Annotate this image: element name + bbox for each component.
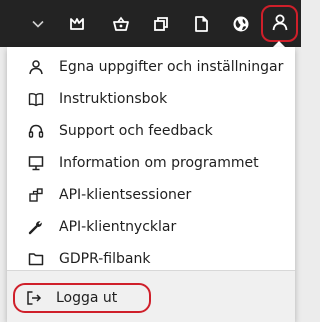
- menu-item-account-settings[interactable]: Egna uppgifter och inställningar: [7, 51, 295, 83]
- user-dropdown-menu: Egna uppgifter och inställningar Instruk…: [7, 47, 295, 322]
- menu-item-label: Information om programmet: [59, 155, 259, 171]
- menu-item-support[interactable]: Support och feedback: [7, 115, 295, 147]
- menu-item-label: API-klientnycklar: [59, 219, 177, 235]
- logout-label: Logga ut: [56, 290, 118, 306]
- user-icon: [271, 13, 289, 35]
- menu-item-label: Egna uppgifter och inställningar: [59, 59, 284, 75]
- globe-icon[interactable]: [224, 0, 258, 47]
- menu-item-api-sessions[interactable]: API-klientsessioner: [7, 179, 295, 211]
- crown-icon[interactable]: [60, 0, 94, 47]
- logout-icon: [25, 289, 43, 307]
- menu-item-label: API-klientsessioner: [59, 187, 192, 203]
- menu-item-label: Support och feedback: [59, 123, 213, 139]
- menu-item-label: Instruktionsbok: [59, 91, 168, 107]
- menu-item-manual[interactable]: Instruktionsbok: [7, 83, 295, 115]
- logout-button[interactable]: Logga ut: [13, 283, 151, 313]
- top-toolbar: [0, 0, 301, 47]
- copy-icon[interactable]: [144, 0, 178, 47]
- headset-icon: [27, 122, 45, 140]
- book-icon: [27, 90, 45, 108]
- basket-icon[interactable]: [104, 0, 138, 47]
- menu-footer: Logga ut: [7, 271, 295, 322]
- monitor-icon: [27, 154, 45, 172]
- menu-item-about[interactable]: Information om programmet: [7, 147, 295, 179]
- wrench-icon: [27, 218, 45, 236]
- api-sessions-icon: [27, 186, 45, 204]
- user-menu-button[interactable]: [261, 5, 298, 42]
- menu-item-label: GDPR-filbank: [59, 251, 151, 267]
- chevron-down-icon[interactable]: [21, 0, 55, 47]
- user-icon: [27, 58, 45, 76]
- menu-item-api-keys[interactable]: API-klientnycklar: [7, 211, 295, 243]
- folder-icon: [27, 250, 45, 268]
- document-icon[interactable]: [184, 0, 218, 47]
